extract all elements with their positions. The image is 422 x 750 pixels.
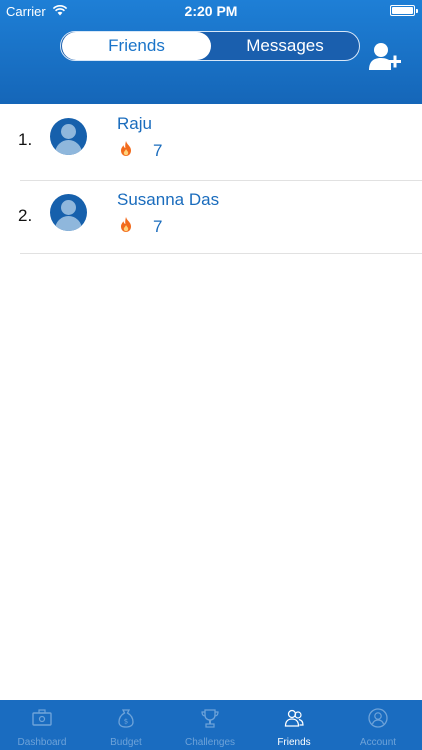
segmented-control: Friends Messages	[60, 31, 360, 61]
battery-icon	[390, 5, 418, 16]
tab-dashboard[interactable]: Dashboard	[0, 700, 84, 750]
streak-score: 7	[153, 141, 163, 160]
tab-friends-segment[interactable]: Friends	[62, 32, 211, 60]
avatar	[50, 194, 87, 231]
tab-budget[interactable]: $ Budget	[84, 700, 168, 750]
friend-name: Raju	[117, 114, 152, 133]
trophy-icon	[201, 709, 219, 728]
tab-label: Dashboard	[17, 737, 67, 748]
row-divider	[20, 253, 422, 254]
tab-account[interactable]: Account	[336, 700, 420, 750]
header: Carrier 2:20 PM Friends Messages	[0, 0, 422, 104]
streak-score: 7	[153, 217, 163, 236]
svg-text:$: $	[124, 718, 128, 726]
tab-label: Budget	[110, 737, 142, 748]
tab-label: Challenges	[184, 737, 236, 748]
fire-icon	[121, 217, 131, 232]
friends-screen: Carrier 2:20 PM Friends Messages 1. Raju…	[0, 0, 422, 750]
friends-icon	[284, 709, 304, 727]
tab-friends[interactable]: Friends	[252, 700, 336, 750]
status-bar: Carrier 2:20 PM	[0, 0, 422, 22]
list-item[interactable]: 1. Raju 7	[0, 104, 422, 178]
tab-label: Account	[359, 737, 397, 748]
tab-label: Friends	[277, 737, 311, 748]
add-friend-icon[interactable]	[368, 42, 402, 72]
dashboard-icon	[32, 709, 52, 726]
tab-messages-segment[interactable]: Messages	[211, 32, 359, 60]
rank-label: 1.	[18, 130, 33, 149]
rank-label: 2.	[18, 206, 33, 225]
clock-time: 2:20 PM	[184, 3, 238, 19]
friend-name: Susanna Das	[117, 190, 220, 209]
avatar	[50, 118, 87, 155]
tab-bar: Dashboard $ Budget Challenges Friends Ac…	[0, 700, 422, 750]
fire-icon	[121, 141, 131, 156]
list-item[interactable]: 2. Susanna Das 7	[0, 181, 422, 255]
budget-icon: $	[118, 709, 134, 728]
tab-challenges[interactable]: Challenges	[168, 700, 252, 750]
account-icon	[368, 708, 388, 728]
